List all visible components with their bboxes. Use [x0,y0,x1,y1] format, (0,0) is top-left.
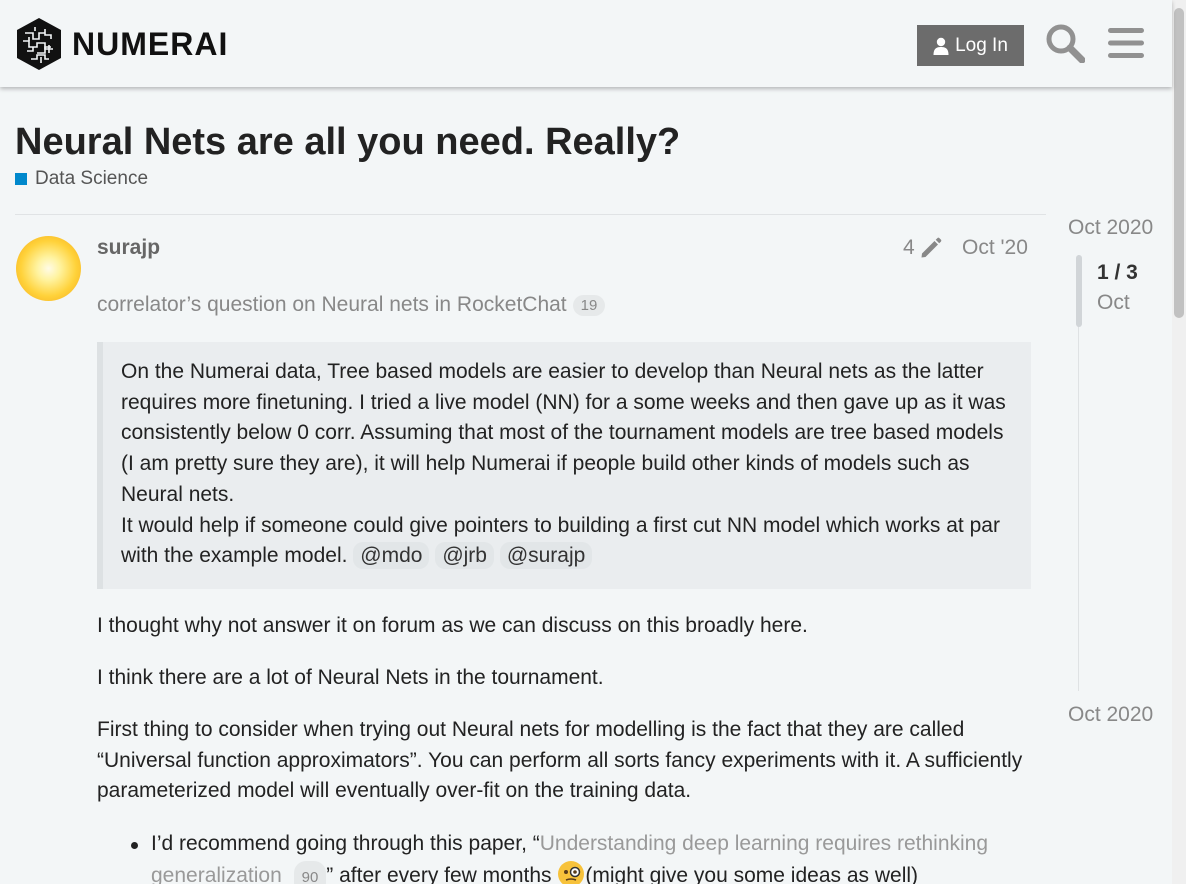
linkback-text[interactable]: correlator’s question on Neural nets in … [97,293,567,317]
bullet-icon [131,842,138,849]
category-name: Data Science [35,168,149,189]
post-paragraph: I thought why not answer it on forum as … [97,614,808,637]
search-icon [1046,24,1086,64]
site-header: NUMERAI Log In [0,0,1172,87]
linkback[interactable]: correlator’s question on Neural nets in … [97,293,606,317]
bullet-suffix: (might give you some ideas as well) [585,863,919,884]
pencil-icon [921,237,942,258]
monocle-face-icon [558,860,585,884]
site-logo[interactable]: NUMERAI [15,17,228,71]
timeline-handle[interactable] [1076,255,1082,327]
brand-name: NUMERAI [72,25,229,62]
edit-count: 4 [903,236,915,259]
paper-link-click-count: 90 [293,860,327,884]
user-icon [933,37,949,55]
page-scrollbar[interactable] [1172,0,1186,884]
post-date[interactable]: Oct '20 [962,236,1028,260]
search-button[interactable] [1045,23,1086,64]
quote-text: On the Numerai data, Tree based models a… [121,360,1006,506]
linkback-click-count: 19 [572,294,606,316]
scrollbar-thumb[interactable] [1174,8,1184,318]
bullet-prefix: I’d recommend going through this paper, … [151,832,540,855]
timeline-start-date[interactable]: Oct 2020 [1068,216,1153,240]
bullet-middle: ” after every few months [326,863,558,884]
mention-surajp[interactable]: @surajp [499,542,593,570]
numerai-logo-icon [17,18,61,70]
post-paragraph: First thing to consider when trying out … [97,718,1023,802]
category-badge[interactable]: Data Science [15,168,148,190]
timeline-current-date: Oct [1097,291,1130,314]
timeline-post-counter: 1 / 3 [1097,261,1138,284]
topic-title[interactable]: Neural Nets are all you need. Really? [15,121,680,164]
mention-mdo[interactable]: @mdo [353,542,430,570]
hamburger-menu-button[interactable] [1107,26,1145,60]
avatar[interactable] [16,236,81,301]
category-color-icon [15,173,27,185]
edit-history-button[interactable]: 4 [903,236,943,260]
login-button[interactable]: Log In [917,25,1024,66]
timeline-end-date[interactable]: Oct 2020 [1068,703,1153,727]
quote-block: On the Numerai data, Tree based models a… [97,342,1031,589]
list-item: I’d recommend going through this paper, … [131,829,1031,884]
title-divider [15,214,1046,215]
post-paragraph: I think there are a lot of Neural Nets i… [97,666,604,689]
post-username[interactable]: surajp [97,236,160,260]
hamburger-icon [1108,28,1144,58]
login-label: Log In [955,34,1008,56]
mention-jrb[interactable]: @jrb [435,542,494,570]
